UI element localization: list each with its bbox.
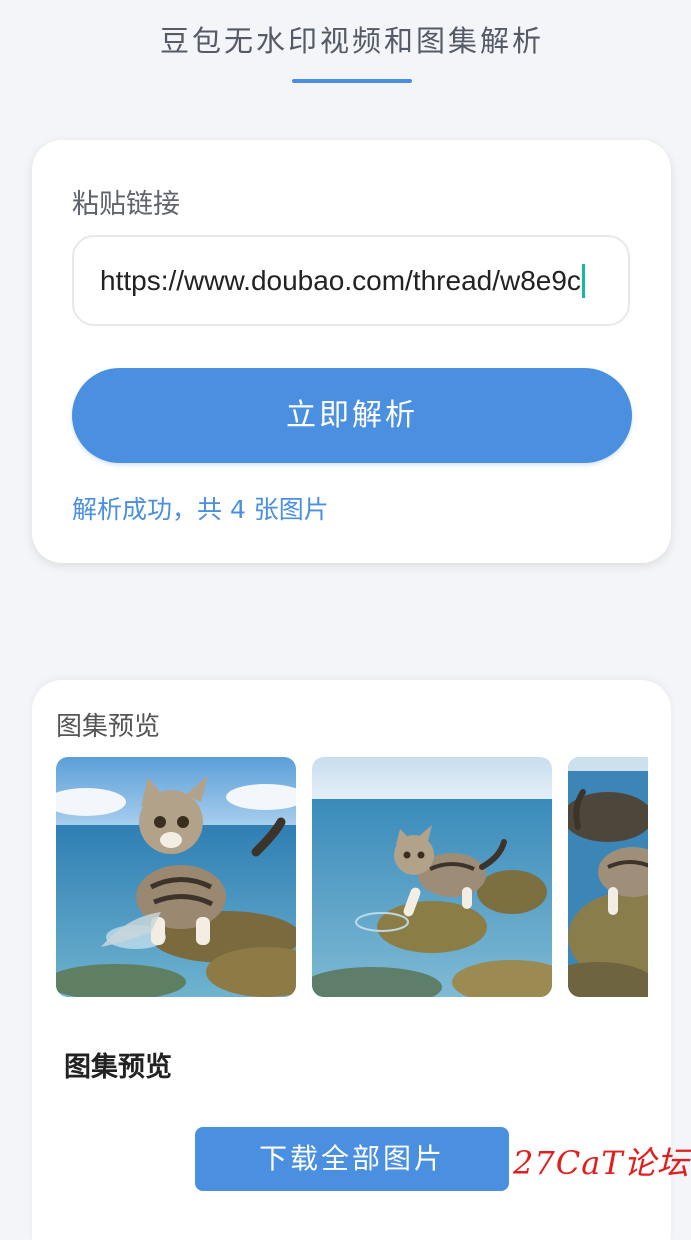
thumbnail-image-2[interactable] [312, 757, 552, 997]
download-all-button[interactable]: 下载全部图片 [195, 1127, 509, 1191]
title-underline [292, 79, 412, 83]
link-input-label: 粘贴链接 [72, 189, 180, 220]
parse-button[interactable]: 立即解析 [72, 368, 632, 463]
gallery-heading: 图集预览 [56, 712, 161, 742]
link-input[interactable]: https://www.doubao.com/thread/w8e9c [72, 235, 630, 326]
thumbnail-image-3[interactable] [568, 757, 648, 997]
thumbnail-strip[interactable] [56, 757, 648, 999]
gallery-subheading: 图集预览 [64, 1052, 172, 1083]
link-input-value[interactable]: https://www.doubao.com/thread/w8e9c [100, 265, 581, 297]
text-caret [581, 263, 585, 298]
page-title: 豆包无水印视频和图集解析 [159, 24, 544, 58]
watermark-logo: 27CaT论坛 [513, 1144, 690, 1182]
parse-status-text: 解析成功，共 4 张图片 [72, 495, 329, 524]
link-input-card: 粘贴链接 https://www.doubao.com/thread/w8e9c… [32, 140, 671, 563]
thumbnail-image-1[interactable] [56, 757, 296, 997]
